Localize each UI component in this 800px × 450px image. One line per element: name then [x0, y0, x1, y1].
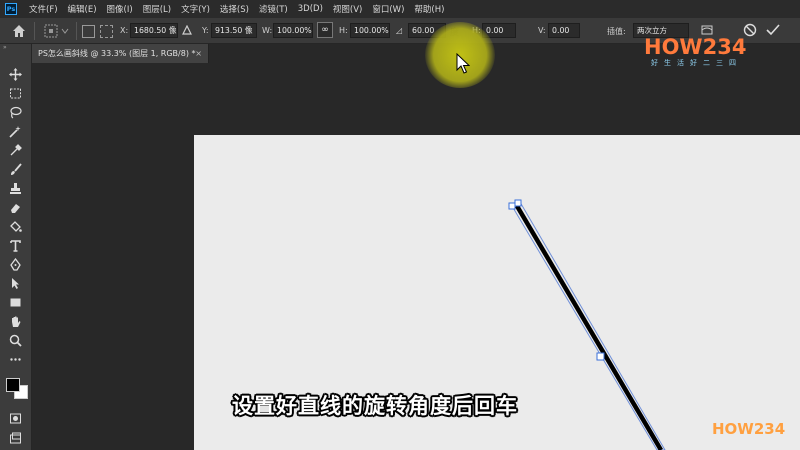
y-position-field[interactable]: 913.50 像 — [211, 23, 257, 38]
zoom-tool[interactable] — [7, 332, 24, 349]
move-icon — [9, 68, 22, 81]
hand-tool[interactable] — [7, 313, 24, 330]
foreground-color-swatch[interactable] — [6, 378, 20, 392]
x-label: X: — [120, 26, 129, 35]
collapse-panel-icon[interactable]: » — [0, 44, 32, 54]
marquee-tool[interactable] — [7, 85, 24, 102]
eraser-tool[interactable] — [7, 199, 24, 216]
eyedropper-icon — [10, 144, 22, 156]
zoom-icon — [9, 334, 22, 347]
menu-file[interactable]: 文件(F) — [24, 3, 63, 15]
reference-point-icon[interactable] — [44, 24, 70, 38]
v-skew-field[interactable]: 0.00 — [548, 23, 580, 38]
type-tool[interactable] — [7, 237, 24, 254]
watermark-logo-bottom-text: HOW234 — [712, 420, 786, 438]
brush-icon — [11, 163, 22, 175]
interpolation-label: 插值: — [607, 27, 626, 36]
watermark-logo: HOW234 — [644, 35, 746, 59]
w-label: W: — [262, 26, 273, 35]
menu-type[interactable]: 文字(Y) — [176, 3, 215, 15]
menu-view[interactable]: 视图(V) — [328, 3, 367, 15]
path-selection-tool[interactable] — [7, 275, 24, 292]
divider — [34, 22, 35, 40]
menu-layer[interactable]: 图层(L) — [138, 3, 176, 15]
menu-image[interactable]: 图像(I) — [102, 3, 138, 15]
menu-help[interactable]: 帮助(H) — [409, 3, 449, 15]
lasso-tool[interactable] — [7, 104, 24, 121]
h-label: H: — [339, 26, 348, 35]
menu-window[interactable]: 窗口(W) — [367, 3, 409, 15]
magic-wand-tool[interactable] — [7, 123, 24, 140]
menu-filter[interactable]: 滤镜(T) — [254, 3, 293, 15]
menu-select[interactable]: 选择(S) — [215, 3, 254, 15]
x-position-field[interactable]: 1680.50 像 — [130, 23, 178, 38]
video-subtitle: 设置好直线的旋转角度后回车 — [232, 394, 518, 418]
clone-stamp-icon — [10, 183, 21, 194]
commit-transform-icon[interactable] — [765, 22, 781, 38]
pen-tool[interactable] — [7, 256, 24, 273]
menu-3d[interactable]: 3D(D) — [293, 4, 328, 14]
rectangle-icon — [10, 298, 21, 307]
photoshop-logo-icon: Ps — [5, 3, 17, 15]
watermark-logo-bottom: HOW234 — [712, 420, 785, 438]
pen-icon — [10, 258, 21, 271]
link-proportions-button[interactable]: ∞ — [317, 22, 333, 38]
delta-icon[interactable] — [182, 25, 192, 35]
magic-wand-icon — [9, 126, 21, 138]
document-tab[interactable]: PS怎么画斜线 @ 33.3% (图层 1, RGB/8) * × — [32, 44, 209, 63]
close-tab-icon[interactable]: × — [195, 44, 202, 63]
rectangle-tool[interactable] — [7, 294, 24, 311]
divider — [76, 22, 77, 40]
y-label: Y: — [202, 26, 209, 35]
paint-bucket-tool[interactable] — [7, 218, 24, 235]
eyedropper-tool[interactable] — [7, 142, 24, 159]
brush-tool[interactable] — [7, 161, 24, 178]
hand-icon — [12, 316, 21, 327]
menu-edit[interactable]: 编辑(E) — [63, 3, 102, 15]
stamp-tool[interactable] — [7, 180, 24, 197]
eraser-icon — [11, 204, 20, 213]
type-icon — [10, 240, 21, 252]
height-field[interactable]: 100.00% — [350, 23, 390, 38]
quick-mask-icon — [10, 413, 21, 424]
rectangle-marquee-icon — [10, 88, 21, 99]
move-tool[interactable] — [7, 66, 24, 83]
tools-panel: » — [0, 44, 32, 450]
screen-mode-button[interactable] — [7, 430, 24, 447]
home-icon[interactable] — [11, 23, 27, 39]
more-icon — [10, 358, 21, 361]
mouse-pointer-icon — [456, 53, 470, 74]
menu-bar: Ps 文件(F) 编辑(E) 图像(I) 图层(L) 文字(Y) 选择(S) 滤… — [0, 0, 800, 18]
watermark-logo-text: HOW234 — [644, 35, 747, 59]
paint-bucket-icon — [10, 221, 22, 232]
quick-mask-button[interactable] — [7, 410, 24, 427]
document-tab-title: PS怎么画斜线 @ 33.3% (图层 1, RGB/8) * — [38, 49, 196, 58]
path-selection-icon — [12, 278, 19, 289]
lasso-icon — [10, 106, 22, 119]
width-field[interactable]: 100.00% — [273, 23, 313, 38]
screen-mode-icon — [10, 432, 21, 444]
v-skew-label: V: — [538, 26, 546, 35]
watermark-tagline: 好生活好二三四 — [651, 59, 742, 67]
angle-icon: ◿ — [396, 26, 403, 35]
more-tools[interactable] — [7, 351, 24, 368]
checkbox-icon[interactable] — [82, 25, 95, 38]
reference-grid-icon[interactable] — [100, 25, 113, 38]
